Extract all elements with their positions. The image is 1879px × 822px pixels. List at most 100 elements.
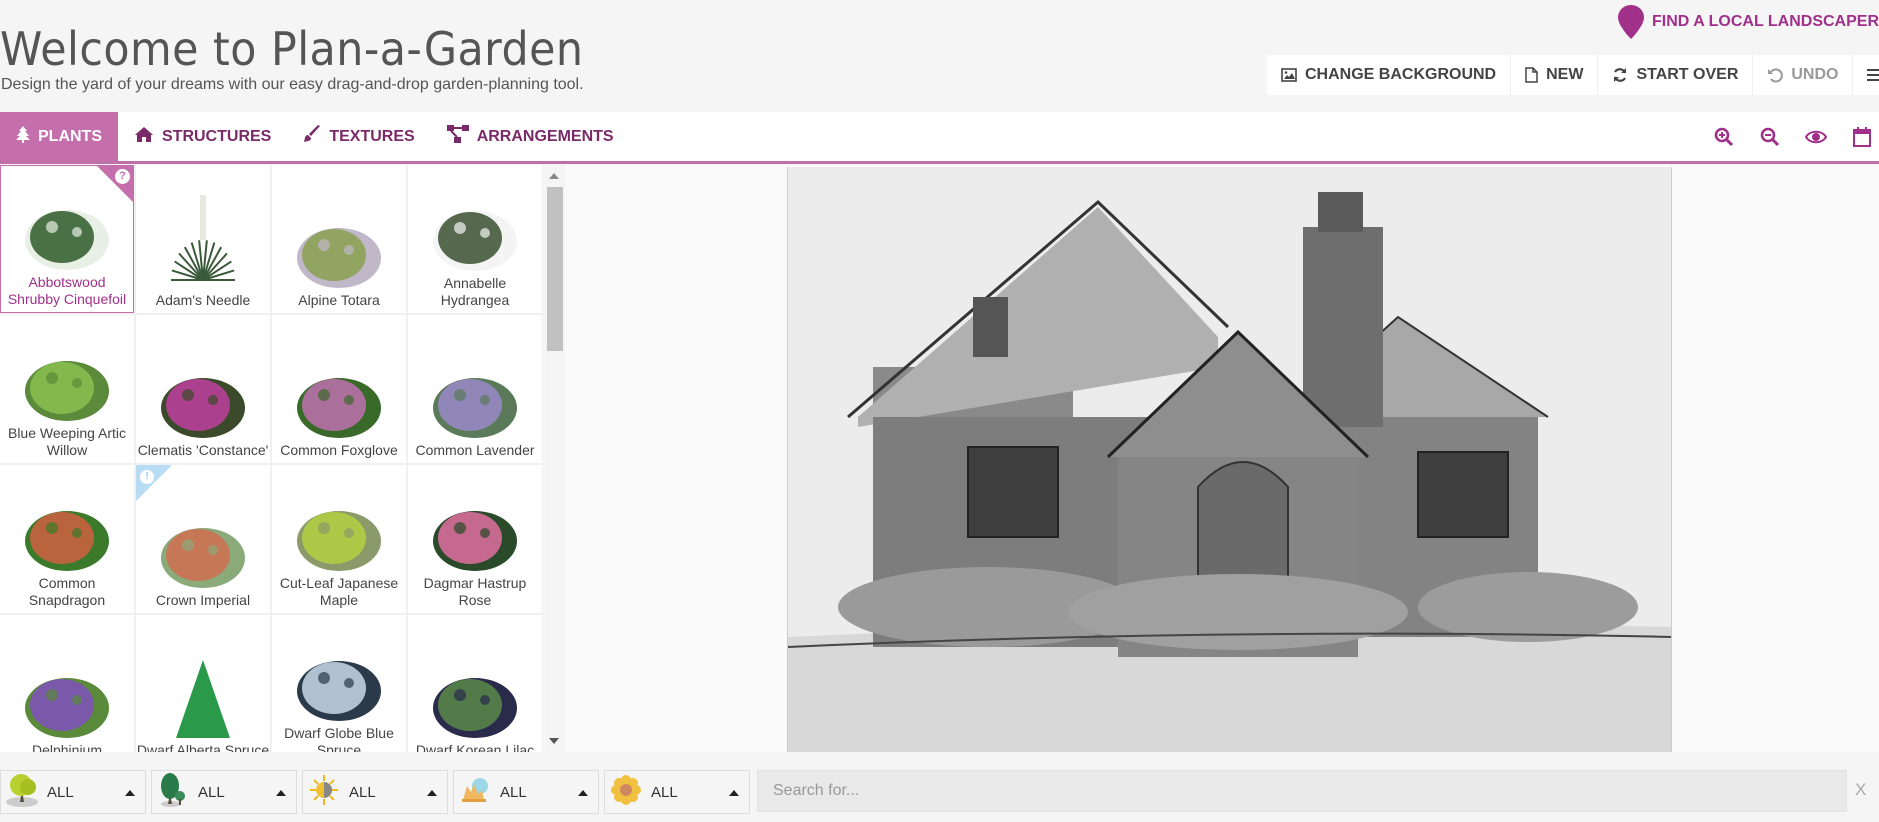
plant-name: Common Lavender (415, 442, 535, 458)
plant-item[interactable]: Delphinium (0, 615, 134, 752)
plant-item[interactable]: Blue Weeping Artic Willow (0, 315, 134, 463)
plant-thumbnail (272, 465, 406, 575)
zoom-in-icon[interactable] (1711, 124, 1737, 150)
new-button[interactable]: NEW (1511, 55, 1599, 95)
filter-deciduous-value: ALL (47, 783, 74, 801)
menu-button[interactable] (1853, 55, 1879, 95)
filter-season-value: ALL (500, 783, 527, 801)
plant-list-scrollbar[interactable] (545, 165, 565, 752)
sitemap-icon (446, 125, 469, 148)
header: Welcome to Plan-a-Garden Design the yard… (0, 0, 1879, 112)
flower-icon (609, 772, 643, 813)
tab-structures[interactable]: STRUCTURES (118, 112, 287, 161)
plant-thumbnail (0, 315, 134, 425)
plant-thumbnail (136, 165, 270, 292)
plant-thumbnail (0, 465, 134, 575)
filter-sun-exposure-value: ALL (349, 783, 376, 801)
filter-bloom-color[interactable]: ALL (604, 770, 750, 814)
plant-thumbnail (408, 315, 542, 442)
plant-name: Dwarf Korean Lilac (415, 742, 535, 752)
tab-arrangements[interactable]: ARRANGEMENTS (431, 112, 630, 161)
plant-item[interactable]: Common Foxglove (272, 315, 406, 463)
tab-plants[interactable]: PLANTS (0, 112, 118, 161)
change-background-button[interactable]: CHANGE BACKGROUND (1267, 55, 1512, 95)
change-background-label: CHANGE BACKGROUND (1305, 66, 1497, 83)
plant-item[interactable]: Crown Imperial! (136, 465, 270, 613)
plant-thumbnail (136, 615, 270, 742)
plant-name: Crown Imperial (155, 592, 251, 608)
zoom-out-icon[interactable] (1757, 124, 1783, 150)
undo-button[interactable]: UNDO (1753, 55, 1854, 95)
tab-textures[interactable]: TEXTURES (287, 112, 430, 161)
new-label: NEW (1546, 66, 1584, 83)
toolbar: CHANGE BACKGROUND NEW START OVER UNDO (1267, 55, 1879, 95)
clear-search-button[interactable]: X (1855, 780, 1866, 800)
filter-bloom-color-value: ALL (651, 783, 678, 801)
filter-sun-exposure[interactable]: ALL (302, 770, 448, 814)
plant-catalog: Abbotswood Shrubby Cinquefoil? Adam's Nee… (0, 165, 565, 752)
evergreen-tree-icon (156, 772, 190, 813)
sun-shade-icon (307, 772, 341, 813)
file-icon (1525, 67, 1538, 83)
plant-item[interactable]: Dwarf Korean Lilac (408, 615, 542, 752)
filter-evergreen-value: ALL (198, 783, 225, 801)
deciduous-tree-icon (5, 772, 39, 813)
scroll-up-arrow[interactable] (549, 173, 559, 179)
caret-up-icon (427, 790, 437, 796)
category-tabbar: PLANTS STRUCTURES TEXTURES ARRANGEMENTS (0, 112, 1879, 164)
plant-name: Abbotswood Shrubby Cinquefoil (7, 274, 127, 307)
tab-plants-label: PLANTS (38, 127, 102, 145)
eye-icon[interactable] (1803, 124, 1829, 150)
tab-arrangements-label: ARRANGEMENTS (476, 127, 614, 145)
caret-up-icon (125, 790, 135, 796)
find-landscaper-link[interactable]: FIND A LOCAL LANDSCAPER (1618, 5, 1879, 39)
filter-deciduous[interactable]: ALL (0, 770, 146, 814)
plant-item[interactable]: Annabelle Hydrangea (408, 165, 542, 313)
plant-name: Clematis 'Constance' (137, 442, 269, 458)
refresh-icon (1612, 67, 1628, 83)
plant-item[interactable]: Adam's Needle (136, 165, 270, 313)
search-box (757, 770, 1847, 812)
plant-item[interactable]: Abbotswood Shrubby Cinquefoil? (0, 165, 134, 313)
calendar-icon[interactable] (1849, 124, 1875, 150)
plant-thumbnail (272, 615, 406, 725)
scroll-thumb[interactable] (547, 187, 563, 351)
plant-name: Dwarf Alberta Spruce (136, 742, 270, 752)
plant-item[interactable]: Common Lavender (408, 315, 542, 463)
plant-item[interactable]: Dwarf Alberta Spruce (136, 615, 270, 752)
plant-item[interactable]: Dwarf Globe Blue Spruce (272, 615, 406, 752)
plant-thumbnail (272, 315, 406, 442)
scroll-down-arrow[interactable] (549, 738, 559, 744)
plant-name: Common Foxglove (280, 442, 398, 458)
plant-item[interactable]: Alpine Totara (272, 165, 406, 313)
tab-structures-label: STRUCTURES (162, 127, 272, 145)
filter-season[interactable]: ALL (453, 770, 599, 814)
start-over-button[interactable]: START OVER (1598, 55, 1754, 95)
plant-thumbnail (272, 165, 406, 292)
design-canvas[interactable] (565, 165, 1879, 752)
undo-label: UNDO (1791, 66, 1839, 83)
filter-evergreen[interactable]: ALL (151, 770, 297, 814)
plant-item[interactable]: Dagmar Hastrup Rose (408, 465, 542, 613)
background-house-image[interactable] (787, 167, 1672, 752)
plant-thumbnail (0, 615, 134, 742)
tree-icon (16, 125, 30, 148)
plant-item[interactable]: Cut-Leaf Japanese Maple (272, 465, 406, 613)
map-pin-icon (1618, 5, 1645, 39)
tab-textures-label: TEXTURES (329, 127, 415, 145)
plant-item[interactable]: Clematis 'Constance' (136, 315, 270, 463)
help-icon[interactable]: ? (115, 169, 130, 184)
plant-item[interactable]: Common Snapdragon (0, 465, 134, 613)
caret-up-icon (276, 790, 286, 796)
plant-name: Cut-Leaf Japanese Maple (279, 575, 399, 608)
plant-name: Annabelle Hydrangea (440, 275, 510, 308)
plant-name: Delphinium (31, 742, 103, 752)
plant-thumbnail (136, 315, 270, 442)
find-landscaper-label: FIND A LOCAL LANDSCAPER (1652, 13, 1879, 30)
plant-name: Blue Weeping Artic Willow (7, 425, 127, 458)
alert-icon[interactable]: ! (140, 470, 154, 484)
search-input[interactable] (758, 771, 1846, 811)
notice-corner (136, 465, 172, 501)
plant-name: Dagmar Hastrup Rose (423, 575, 527, 608)
start-over-label: START OVER (1636, 66, 1739, 83)
